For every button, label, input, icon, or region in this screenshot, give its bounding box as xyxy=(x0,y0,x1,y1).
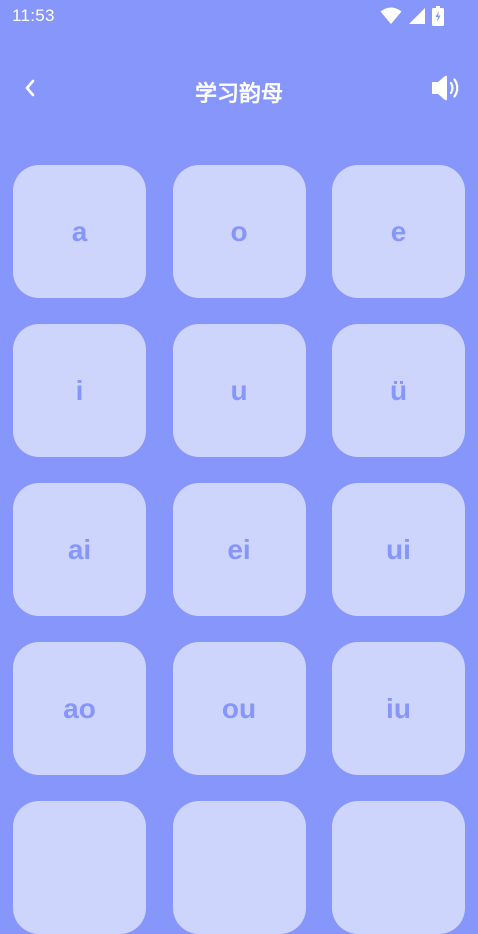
final-label: ai xyxy=(67,533,92,565)
final-label: ao xyxy=(63,692,96,724)
final-card-v[interactable]: ü xyxy=(332,324,465,457)
final-label: ou xyxy=(221,692,257,724)
status-icons xyxy=(380,6,444,26)
wifi-icon xyxy=(380,7,402,25)
sound-button[interactable] xyxy=(428,74,462,106)
final-card-ou[interactable]: ou xyxy=(172,642,306,775)
final-card-o[interactable]: o xyxy=(172,165,306,298)
final-label: u xyxy=(230,374,248,406)
final-card-a[interactable]: a xyxy=(13,165,146,298)
final-label: ui xyxy=(386,533,411,565)
final-label: i xyxy=(75,374,84,406)
battery-charging-icon xyxy=(432,6,444,26)
final-label: a xyxy=(71,215,88,247)
page-title: 学习韵母 xyxy=(194,82,283,107)
final-card-iu[interactable]: iu xyxy=(332,642,465,775)
final-label: ei xyxy=(227,533,251,565)
finals-grid: a o e i u ü ai ei ui ao ou iu xyxy=(13,165,465,934)
final-card-partial[interactable] xyxy=(13,801,146,934)
cellular-signal-icon xyxy=(408,7,426,25)
status-bar: 11:53 xyxy=(0,0,478,34)
final-label: e xyxy=(390,215,407,247)
final-label: ü xyxy=(389,374,408,406)
final-card-partial[interactable] xyxy=(172,801,306,934)
final-card-u[interactable]: u xyxy=(172,324,306,457)
final-card-partial[interactable] xyxy=(332,801,465,934)
final-card-ai[interactable]: ai xyxy=(13,483,146,616)
final-card-ao[interactable]: ao xyxy=(13,642,146,775)
final-label: o xyxy=(230,215,248,247)
status-time: 11:53 xyxy=(12,6,55,25)
header: 学习韵母 xyxy=(0,60,478,120)
final-card-e[interactable]: e xyxy=(332,165,465,298)
speaker-icon xyxy=(430,74,460,106)
final-card-ei[interactable]: ei xyxy=(172,483,306,616)
final-label: iu xyxy=(386,692,411,724)
final-card-i[interactable]: i xyxy=(13,324,146,457)
final-card-ui[interactable]: ui xyxy=(332,483,465,616)
